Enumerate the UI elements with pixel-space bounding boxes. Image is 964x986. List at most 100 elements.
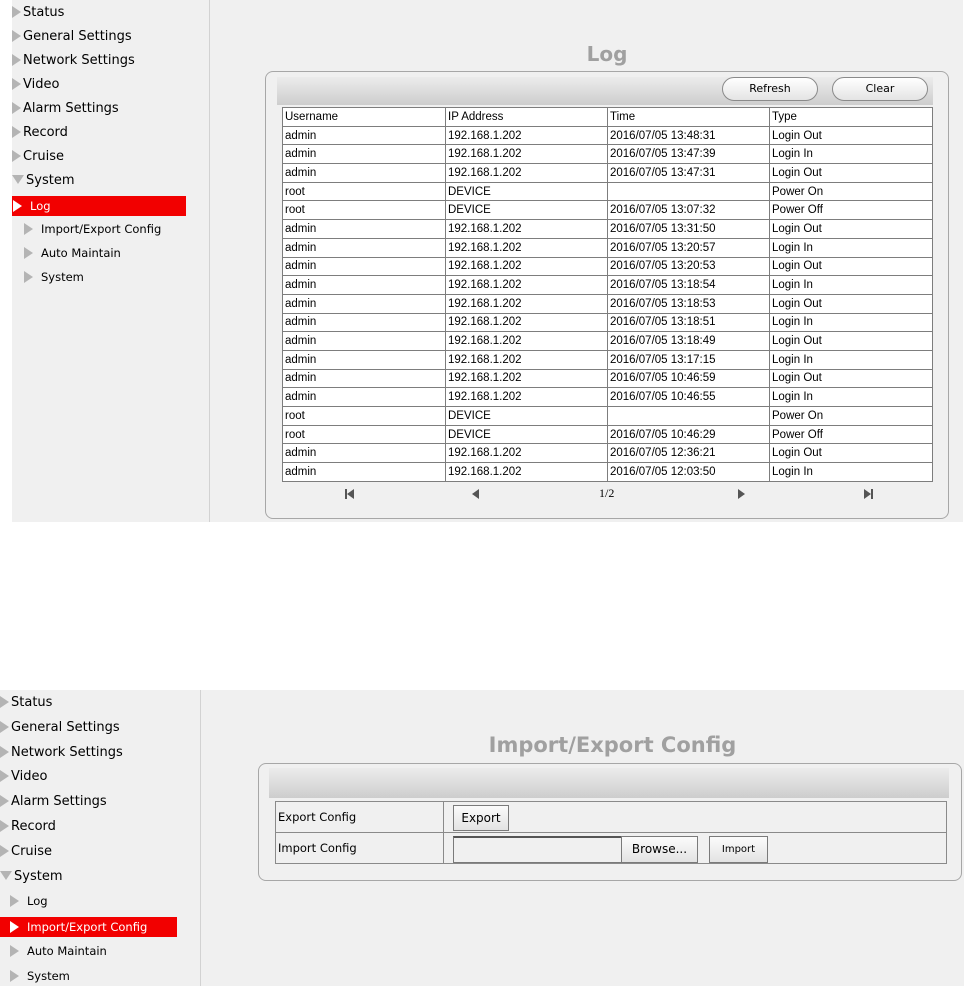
- triangle-right-icon: [10, 969, 19, 982]
- nav-label: General Settings: [11, 720, 120, 735]
- type-cell: Login Out: [769, 293, 933, 314]
- nav-item-video[interactable]: Video: [0, 767, 47, 787]
- username-cell: admin: [282, 144, 446, 165]
- username-cell: admin: [282, 275, 446, 295]
- username-cell: admin: [282, 312, 446, 333]
- triangle-down-icon: [12, 175, 24, 184]
- triangle-right-icon: [0, 844, 9, 857]
- type-cell: Power On: [769, 406, 933, 426]
- username-cell: root: [282, 200, 446, 221]
- nav-label: Status: [23, 5, 65, 20]
- subnav-item-log[interactable]: Log: [12, 196, 186, 216]
- subnav-label: Auto Maintain: [27, 944, 107, 958]
- time-cell: 2016/07/05 10:46:59: [607, 368, 770, 389]
- nav-item-network-settings[interactable]: Network Settings: [0, 743, 123, 763]
- nav-item-general-settings[interactable]: General Settings: [0, 718, 120, 738]
- nav-item-status[interactable]: Status: [0, 693, 52, 713]
- subnav-item-system[interactable]: System: [10, 966, 70, 986]
- table-row: root DEVICE Power On: [282, 181, 933, 202]
- nav-label: Alarm Settings: [11, 794, 107, 809]
- subnav-item-auto-maintain[interactable]: Auto Maintain: [24, 243, 121, 263]
- triangle-right-icon: [12, 125, 21, 138]
- nav-label: System: [14, 869, 63, 884]
- browse-button[interactable]: Browse...: [621, 836, 698, 863]
- nav-label: Network Settings: [23, 53, 135, 68]
- time-cell: [607, 406, 770, 426]
- export-button[interactable]: Export: [453, 805, 509, 831]
- table-row: admin 192.168.1.202 2016/07/05 12:03:50 Log…: [282, 462, 933, 482]
- table-row: admin 192.168.1.202 2016/07/05 13:48:31 Log…: [282, 125, 933, 146]
- triangle-right-icon: [0, 794, 9, 807]
- nav-item-network-settings[interactable]: Network Settings: [12, 51, 135, 71]
- subnav-item-auto-maintain[interactable]: Auto Maintain: [10, 941, 107, 961]
- nav-item-record[interactable]: Record: [12, 123, 68, 143]
- last-page-icon[interactable]: [864, 489, 871, 499]
- time-cell: [607, 181, 770, 202]
- time-cell: 2016/07/05 12:36:21: [607, 443, 770, 464]
- nav-label: Record: [11, 819, 56, 834]
- nav-item-cruise[interactable]: Cruise: [12, 147, 64, 167]
- username-cell: root: [282, 406, 446, 426]
- ip-address-cell: 192.168.1.202: [445, 144, 608, 165]
- table-header-row: Username IP Address Time Type: [282, 107, 933, 127]
- ip-address-cell: 192.168.1.202: [445, 368, 608, 389]
- refresh-button[interactable]: Refresh: [722, 77, 818, 101]
- time-cell: 2016/07/05 13:31:50: [607, 219, 770, 239]
- clear-button[interactable]: Clear: [832, 77, 928, 101]
- username-cell: admin: [282, 219, 446, 239]
- time-cell: 2016/07/05 13:18:51: [607, 312, 770, 333]
- nav-item-alarm-settings[interactable]: Alarm Settings: [12, 99, 119, 119]
- nav-item-general-settings[interactable]: General Settings: [12, 27, 132, 47]
- type-cell: Login In: [769, 462, 933, 482]
- nav-item-cruise[interactable]: Cruise: [0, 842, 52, 862]
- subnav-item-import-export-config[interactable]: Import/Export Config: [0, 917, 177, 937]
- nav-item-system[interactable]: System: [12, 171, 74, 191]
- nav-item-video[interactable]: Video: [12, 75, 59, 95]
- time-cell: 2016/07/05 13:07:32: [607, 200, 770, 221]
- type-cell: Login In: [769, 144, 933, 165]
- subnav-label: Auto Maintain: [41, 246, 121, 260]
- ip-address-cell: 192.168.1.202: [445, 163, 608, 183]
- page-title: Log: [586, 42, 628, 66]
- nav-item-status[interactable]: Status: [12, 3, 64, 23]
- nav-label: System: [26, 173, 75, 188]
- page-indicator: 1/2: [599, 486, 615, 500]
- type-cell: Login Out: [769, 125, 933, 146]
- import-button[interactable]: Import: [709, 836, 768, 863]
- subnav-label: Log: [30, 199, 51, 213]
- username-cell: admin: [282, 387, 446, 407]
- ip-address-cell: 192.168.1.202: [445, 312, 608, 333]
- subnav-item-system[interactable]: System: [24, 267, 84, 287]
- subnav-label: Import/Export Config: [41, 222, 162, 236]
- column-header-time: Time: [607, 107, 770, 127]
- next-page-icon[interactable]: [738, 489, 745, 499]
- subnav-item-import-export-config[interactable]: Import/Export Config: [24, 219, 161, 239]
- first-page-icon[interactable]: [347, 489, 354, 499]
- config-content-box: Export Config Import Config Export Brows…: [258, 763, 962, 881]
- triangle-right-icon: [0, 769, 9, 782]
- nav-item-system[interactable]: System: [0, 867, 62, 887]
- table-row: root DEVICE 2016/07/05 13:07:32 Power Off: [282, 200, 933, 221]
- nav-item-record[interactable]: Record: [0, 817, 56, 837]
- time-cell: 2016/07/05 10:46:29: [607, 424, 770, 445]
- type-cell: Login Out: [769, 256, 933, 277]
- username-cell: root: [282, 181, 446, 202]
- table-row: admin 192.168.1.202 2016/07/05 10:46:59 Log…: [282, 368, 933, 389]
- subnav-item-log[interactable]: Log: [10, 891, 48, 911]
- table-row: admin 192.168.1.202 2016/07/05 13:20:57 Log…: [282, 237, 933, 258]
- file-path-input[interactable]: [453, 836, 622, 863]
- export-row: Export Config: [275, 801, 947, 833]
- username-cell: admin: [282, 331, 446, 351]
- column-header-ip-address: IP Address: [445, 107, 608, 127]
- triangle-right-icon: [24, 222, 33, 235]
- triangle-right-icon: [10, 944, 19, 957]
- previous-page-icon[interactable]: [472, 489, 479, 499]
- triangle-right-icon: [0, 819, 9, 832]
- type-cell: Login Out: [769, 163, 933, 183]
- type-cell: Power Off: [769, 424, 933, 445]
- type-cell: Login In: [769, 312, 933, 333]
- column-header-type: Type: [769, 107, 933, 127]
- nav-item-alarm-settings[interactable]: Alarm Settings: [0, 792, 107, 812]
- time-cell: 2016/07/05 13:18:49: [607, 331, 770, 351]
- time-cell: 2016/07/05 13:48:31: [607, 125, 770, 146]
